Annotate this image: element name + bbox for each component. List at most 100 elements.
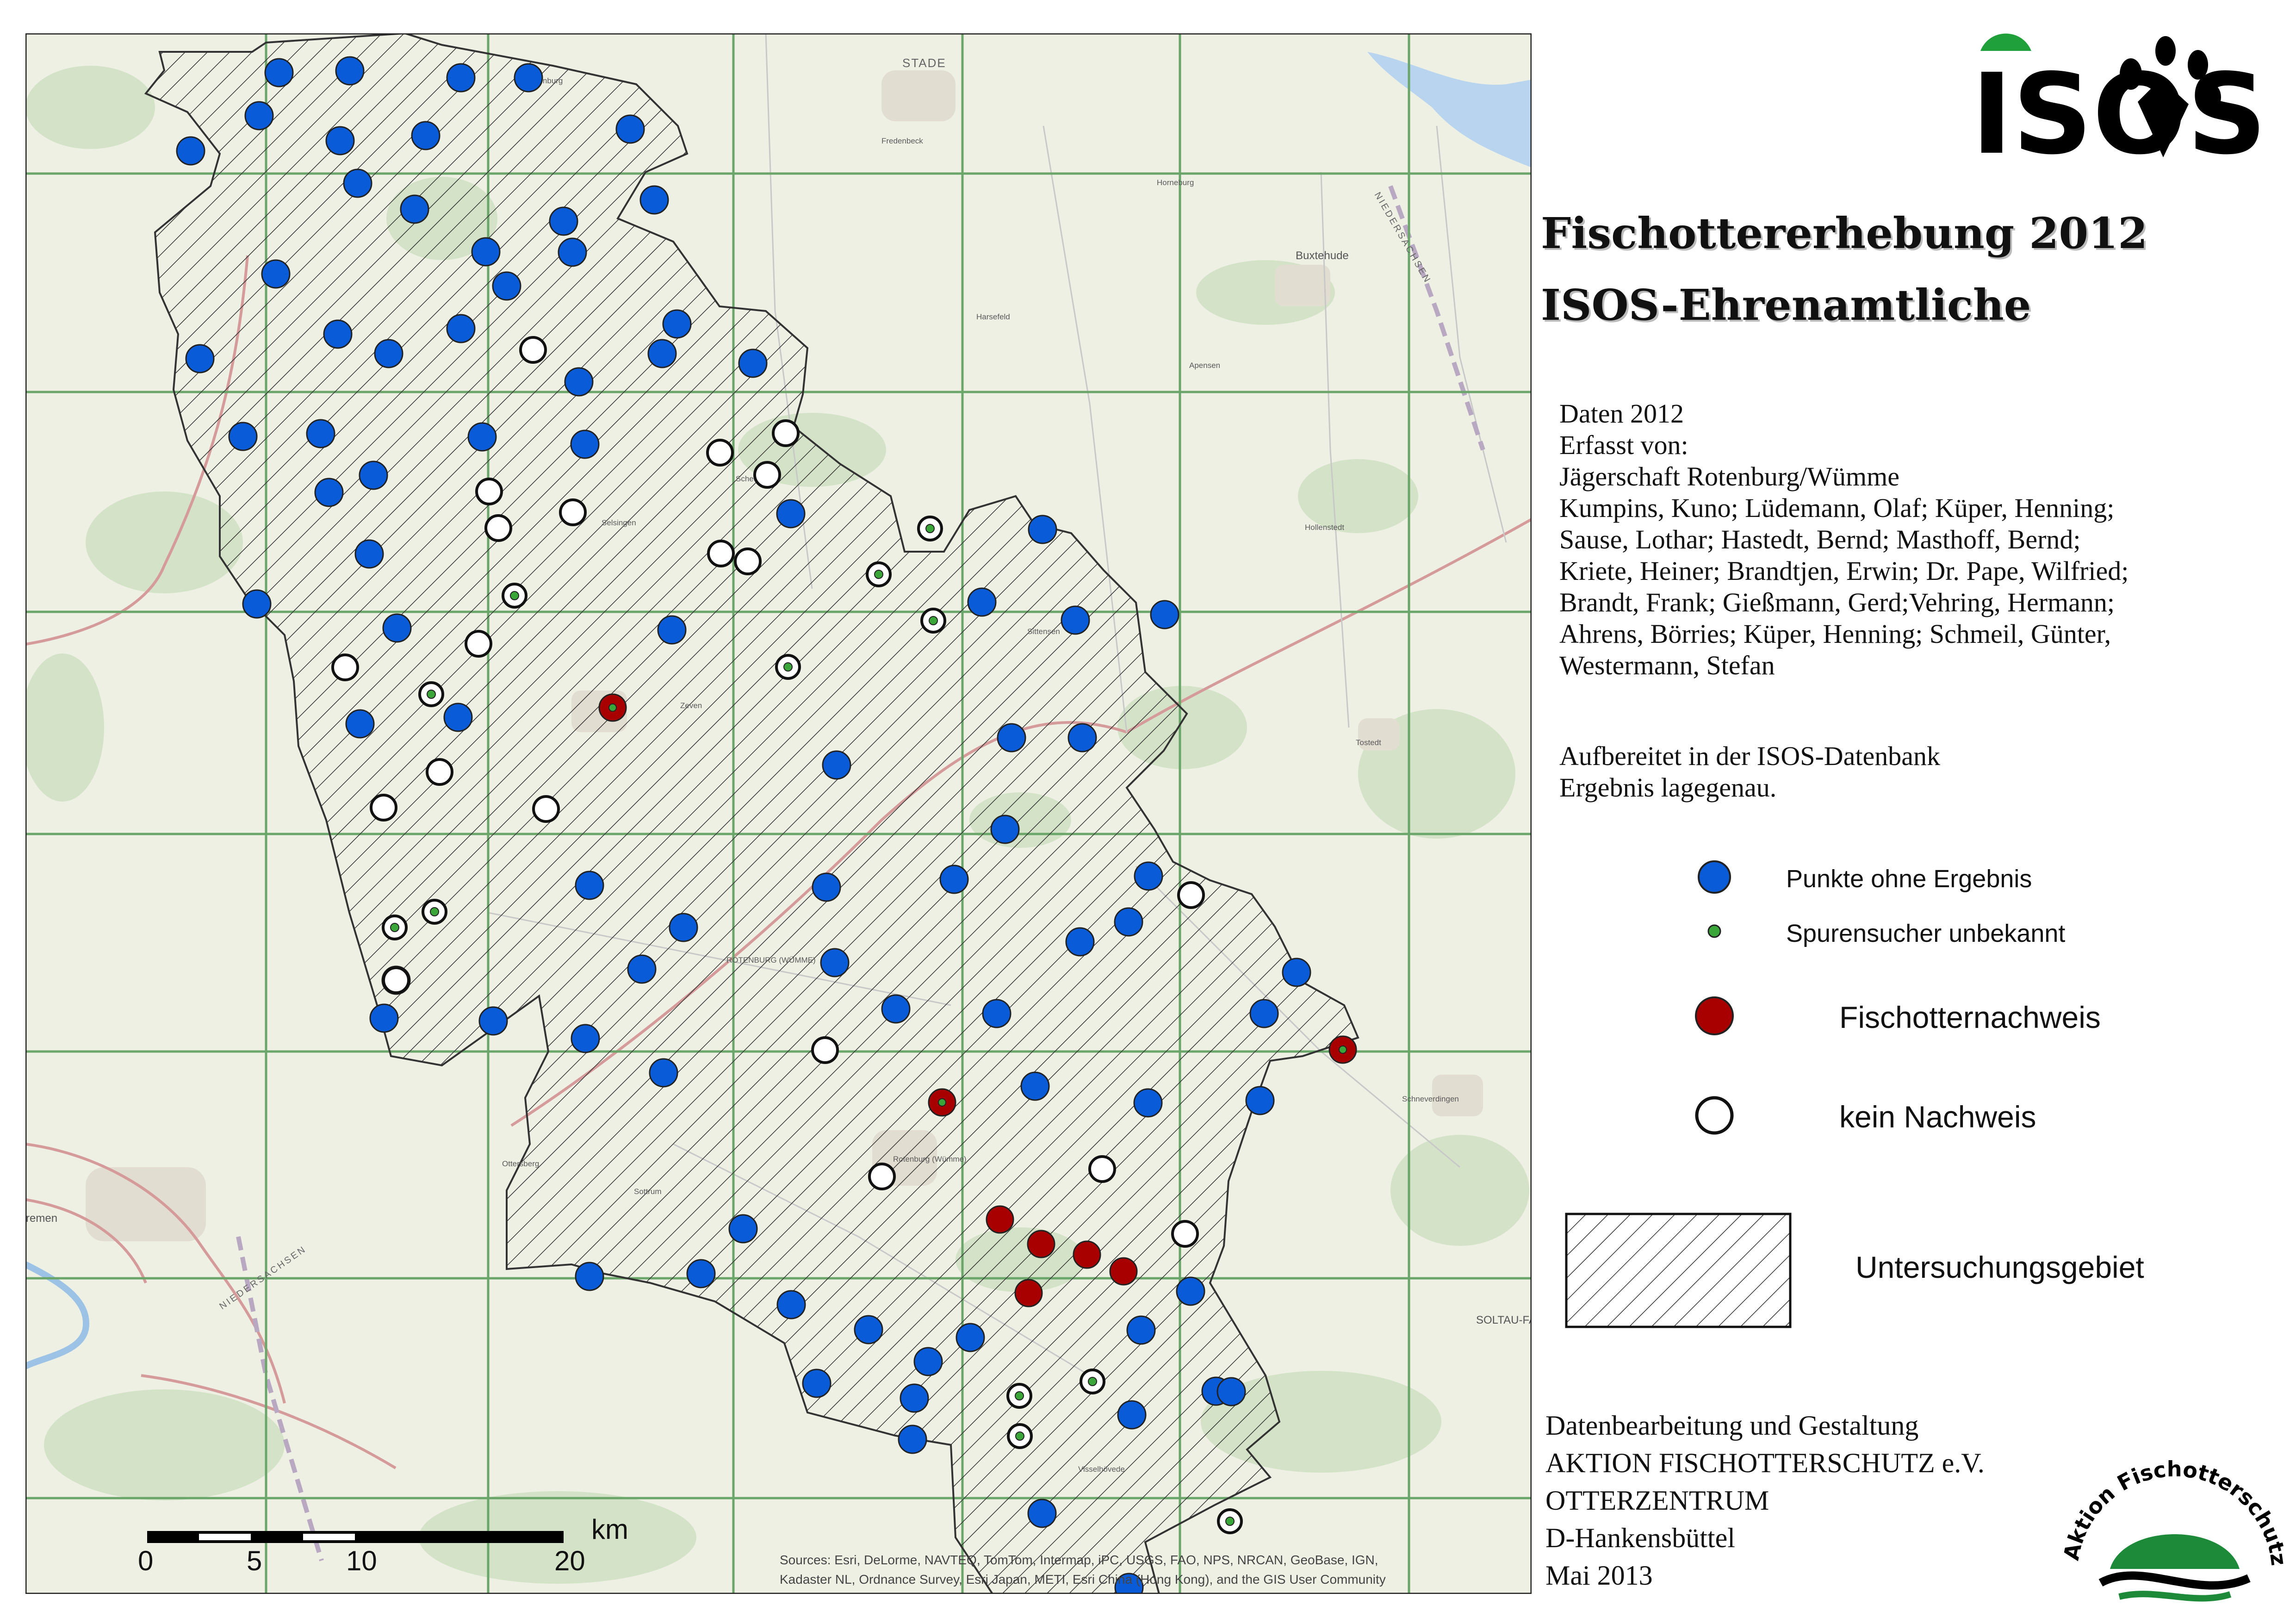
map-point-no-result: [776, 499, 806, 529]
map-point-not-found: [734, 548, 762, 575]
map-canvas[interactable]: STADEBuxtehude NIEDERSACHSENZevenROTENBUR…: [25, 33, 1532, 1594]
map-point-no-result: [314, 478, 344, 507]
map-point-tracker-unknown: [1088, 1377, 1097, 1386]
info-line: Westermann, Stefan: [1559, 650, 1775, 680]
map-point-no-result: [913, 1347, 943, 1376]
map-point-not-found: [519, 336, 547, 364]
map-point-no-result: [514, 63, 543, 93]
map-point-no-result: [657, 615, 687, 645]
map-point-no-result: [467, 422, 497, 452]
place-label: Buxtehude: [1296, 249, 1349, 262]
map-point-otter-found: [986, 1205, 1014, 1234]
map-point-no-result: [738, 348, 768, 378]
scale-unit: km: [591, 1514, 628, 1545]
place-label: Rotenburg (Wümme): [893, 1155, 967, 1164]
map-point-no-result: [1028, 515, 1057, 544]
map-point-not-found: [559, 498, 587, 526]
map-point-no-result: [1249, 999, 1279, 1028]
map-point-not-found: [811, 1036, 839, 1064]
map-point-no-result: [575, 1262, 604, 1291]
legend-no-result: Punkte ohne Ergebnis: [1786, 865, 2032, 893]
place-label: Visselhövede: [1078, 1465, 1125, 1474]
map-point-no-result: [359, 460, 388, 490]
place-label: STADE: [902, 56, 946, 70]
map-panel[interactable]: STADE Buxtehude NIEDERSACHSEN Zeven ROTENBUR…: [25, 33, 1532, 1594]
info-line: Daten 2012: [1559, 398, 1684, 429]
map-point-no-result: [446, 314, 476, 343]
map-point-no-result: [1061, 605, 1090, 635]
map-point-no-result: [1216, 1377, 1246, 1406]
credit-line: Datenbearbeitung und Gestaltung: [1545, 1410, 1919, 1441]
map-point-tracker-unknown: [1225, 1517, 1235, 1526]
map-point-no-result: [228, 422, 258, 451]
map-point-no-result: [571, 1024, 600, 1053]
map-point-no-result: [549, 206, 578, 236]
map-point-no-result: [242, 589, 272, 619]
credits: Datenbearbeitung und Gestaltung AKTION F…: [1545, 1407, 1985, 1594]
map-point-otter-found: [1014, 1279, 1043, 1307]
map-point-no-result: [1176, 1276, 1205, 1306]
legend-tracker-unknown: Spurensucher unbekannt: [1786, 920, 2066, 947]
map-point-no-result: [1027, 1499, 1057, 1528]
map-point-no-result: [492, 271, 521, 301]
map-point-not-found: [706, 439, 734, 467]
legend-green-dot-icon: [1707, 924, 1721, 938]
processing-line: Ergebnis lagegenau.: [1559, 772, 1777, 803]
legend-panel: ISOS Fischottererhebung 2012 ISOS-Ehrena…: [1541, 0, 2296, 1624]
map-point-no-result: [627, 954, 657, 984]
place-label: Selsingen: [602, 518, 636, 527]
map-point-no-result: [306, 419, 335, 448]
map-point-no-result: [354, 539, 384, 569]
map-point-no-result: [686, 1259, 716, 1288]
map-point-tracker-unknown: [430, 907, 439, 916]
map-point-no-result: [900, 1383, 929, 1413]
map-point-no-result: [881, 994, 911, 1024]
map-point-no-result: [343, 168, 372, 198]
scale-tick-5: 5: [247, 1545, 262, 1576]
scale-tick-0: 0: [138, 1545, 154, 1576]
map-point-not-found: [1171, 1220, 1199, 1248]
scale-tick-20: 20: [554, 1545, 585, 1576]
map-point-not-found: [753, 461, 781, 489]
place-label: Schneverdingen: [1402, 1095, 1459, 1103]
map-point-no-result: [820, 948, 850, 977]
map-point-no-result: [575, 871, 604, 900]
legend-symbols: [1695, 860, 1734, 1135]
map-point-no-result: [812, 872, 841, 902]
map-point-no-result: [1020, 1071, 1050, 1101]
map-point-no-result: [471, 237, 501, 267]
map-point-no-result: [1114, 907, 1143, 937]
info-line: Kumpins, Kuno; Lüdemann, Olaf; Küper, He…: [1559, 493, 2115, 523]
map-point-not-found: [426, 758, 453, 786]
map-point-no-result: [776, 1290, 806, 1319]
map-point-no-result: [1067, 723, 1097, 753]
map-point-not-found: [1088, 1155, 1116, 1183]
map-point-no-result: [185, 344, 215, 373]
map-point-no-result: [335, 56, 365, 86]
map-point-tracker-unknown: [929, 616, 938, 625]
processing-line: Aufbereitet in der ISOS-Datenbank: [1559, 741, 1941, 771]
map-point-no-result: [264, 58, 294, 87]
map-point-no-result: [261, 259, 291, 289]
map-point-no-result: [1065, 927, 1095, 957]
place-label: Harsefeld: [976, 312, 1010, 321]
legend-not-found: kein Nachweis: [1839, 1100, 2036, 1134]
map-point-no-result: [400, 194, 429, 224]
place-label: SOLTAU-FA: [1476, 1314, 1532, 1326]
map-point-not-found: [370, 794, 397, 821]
legend-study-area-swatch: [1565, 1213, 1792, 1328]
scale-tick-10: 10: [346, 1545, 377, 1576]
credit-line: Mai 2013: [1545, 1560, 1653, 1591]
map-point-no-result: [244, 101, 274, 131]
place-label: Fredenbeck: [881, 137, 923, 145]
map-point-no-result: [564, 367, 594, 397]
map-point-tracker-unknown: [427, 690, 436, 699]
map-point-no-result: [323, 319, 353, 349]
map-point-no-result: [325, 126, 355, 156]
map-point-no-result: [1126, 1315, 1156, 1345]
credit-line: AKTION FISCHOTTERSCHUTZ e.V.: [1545, 1448, 1985, 1478]
place-label: ROTENBURG (WÜMME): [726, 956, 816, 964]
map-point-no-result: [443, 703, 473, 732]
map-point-no-result: [822, 750, 851, 780]
isos-logo-text: ISOS: [1971, 50, 2267, 167]
